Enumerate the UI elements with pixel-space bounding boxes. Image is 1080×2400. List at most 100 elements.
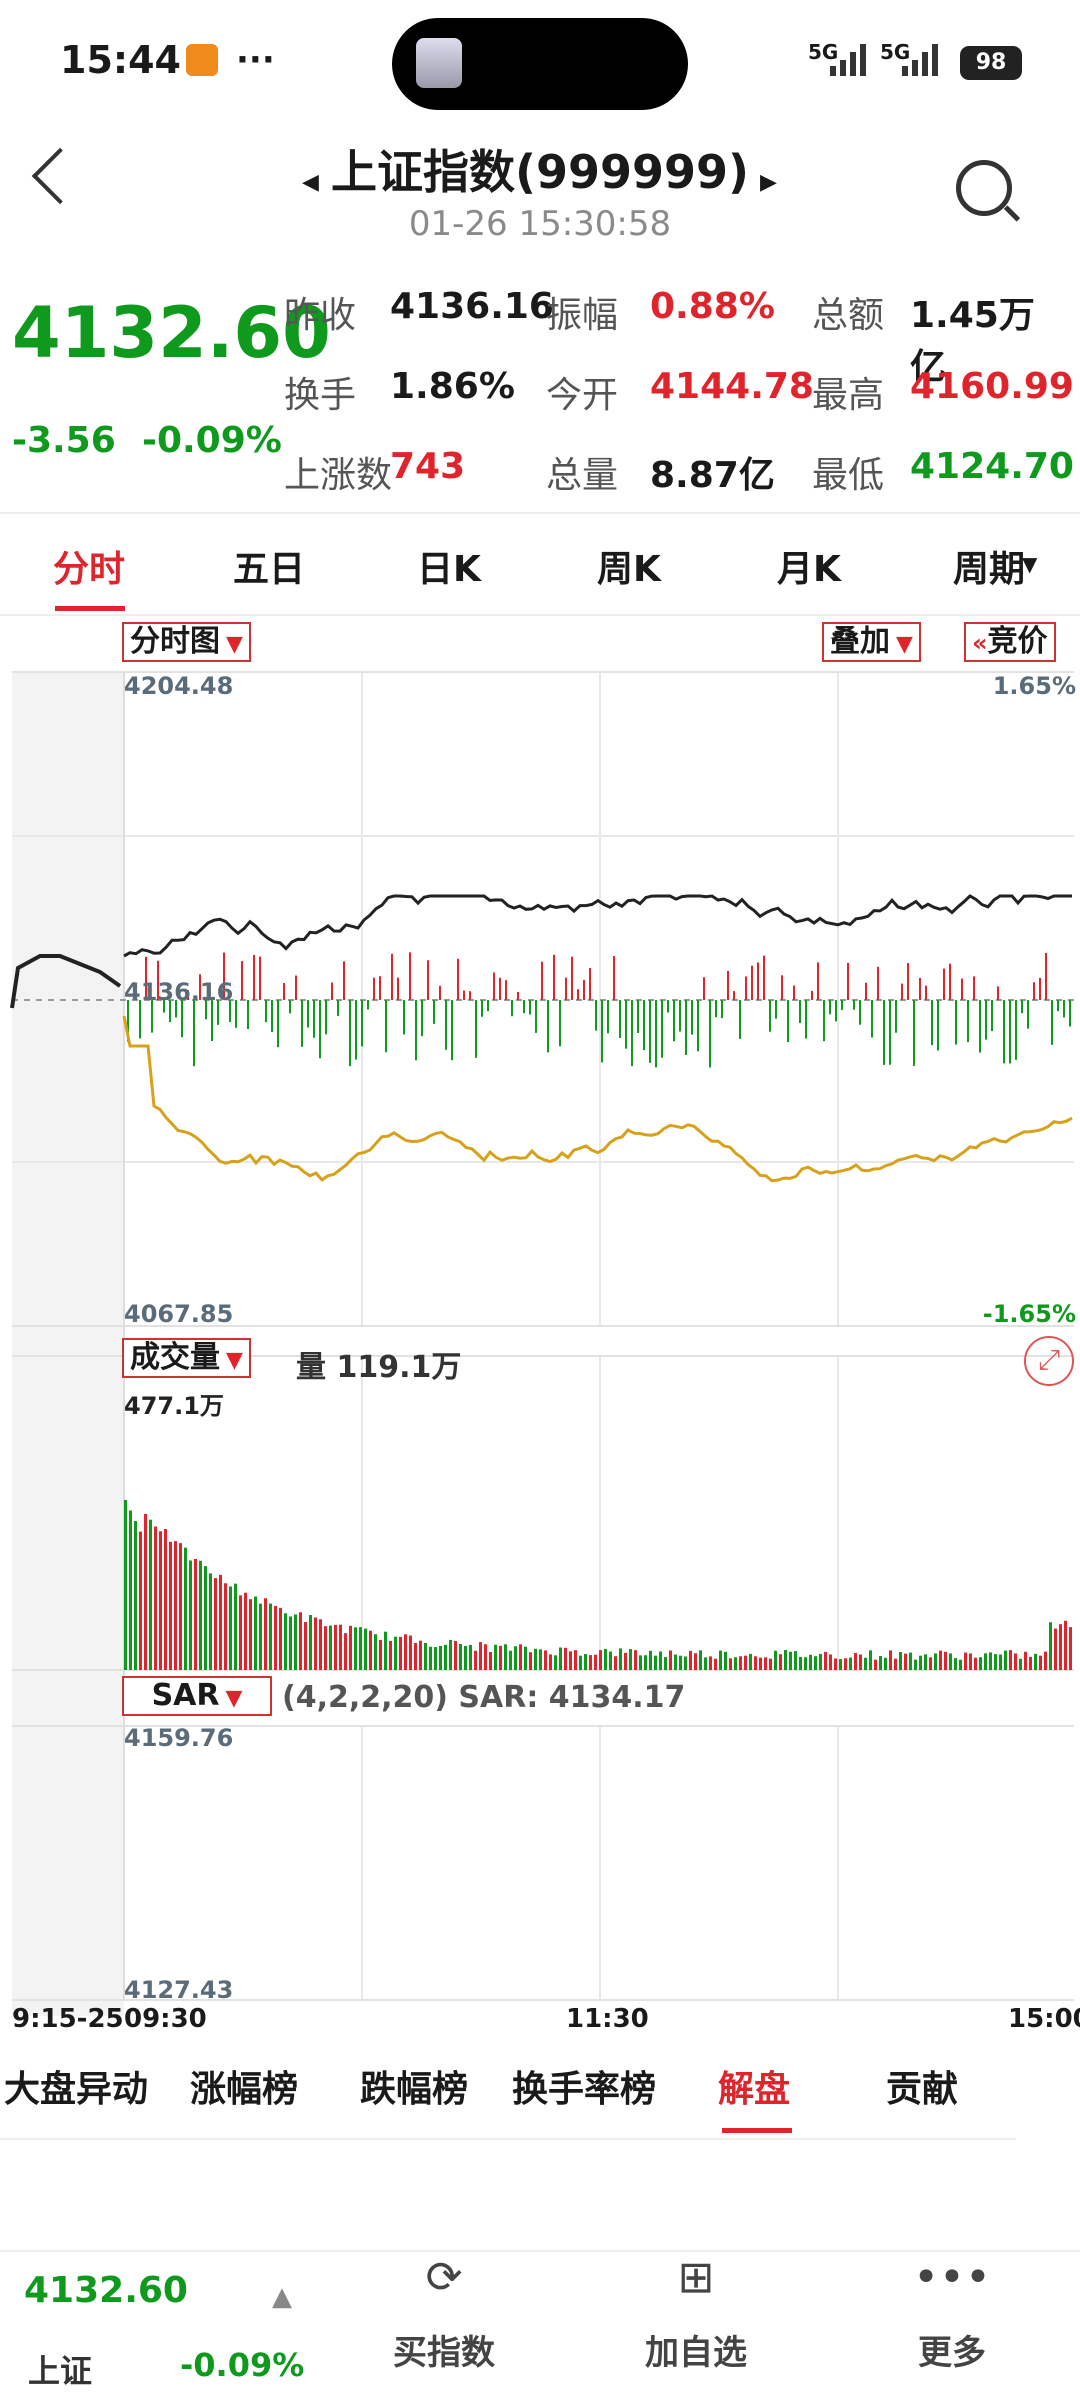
volume-bar xyxy=(774,1650,777,1670)
overlay-selector[interactable]: 叠加 ▼ xyxy=(822,622,921,662)
analysis-tab-4[interactable]: 解盘 xyxy=(718,2060,790,2112)
analysis-tab-5[interactable]: 贡献 xyxy=(886,2060,958,2112)
volume-bar xyxy=(759,1657,762,1670)
expand-icon[interactable]: ⤢ xyxy=(1024,1336,1074,1386)
volume-bar xyxy=(869,1650,872,1670)
add-watchlist-button[interactable]: 加自选 xyxy=(616,2325,776,2374)
analysis-tab-3[interactable]: 换手率榜 xyxy=(512,2060,656,2112)
volume-bar xyxy=(539,1649,542,1670)
price-line xyxy=(123,894,1072,958)
y-axis-mid: 4136.16 xyxy=(124,978,234,1006)
volume-bar xyxy=(194,1558,197,1670)
volume-bar xyxy=(259,1603,262,1670)
volume-bar xyxy=(994,1654,997,1670)
period-dropdown-icon[interactable]: ▼ xyxy=(1022,552,1037,576)
quote-label: 昨收 xyxy=(284,295,357,336)
search-icon[interactable] xyxy=(956,160,1012,216)
status-time: 15:44 xyxy=(60,38,181,82)
more-icon[interactable]: ••• xyxy=(872,2252,1032,2303)
volume-bar xyxy=(149,1519,152,1670)
volume-bar xyxy=(134,1521,137,1670)
volume-bar xyxy=(164,1529,167,1670)
volume-selector[interactable]: 成交量 ▼ xyxy=(122,1338,251,1378)
volume-bar xyxy=(279,1607,282,1670)
volume-bar xyxy=(614,1656,617,1670)
volume-bar xyxy=(1069,1627,1072,1670)
volume-bar xyxy=(344,1633,347,1670)
volume-value: 量 119.1万 xyxy=(296,1350,462,1385)
volume-bar xyxy=(434,1647,437,1670)
buy-index-icon[interactable]: ⟳ xyxy=(364,2252,524,2303)
quote-label: 换手 xyxy=(284,375,357,416)
tab-4[interactable]: 月K xyxy=(734,540,884,592)
volume-bar xyxy=(199,1560,202,1670)
volume-bar xyxy=(809,1654,812,1670)
volume-bar xyxy=(839,1659,842,1670)
volume-bar xyxy=(734,1657,737,1670)
price-change-pct: -0.09% xyxy=(142,420,282,461)
y-axis-top: 4204.48 xyxy=(124,672,234,700)
volume-bar xyxy=(654,1655,657,1670)
chart-type-selector[interactable]: 分时图 ▼ xyxy=(122,622,251,662)
volume-bar xyxy=(714,1658,717,1670)
sar-axis-top: 4159.76 xyxy=(124,1724,234,1752)
tab-3[interactable]: 周K xyxy=(554,540,704,592)
active-tab-indicator xyxy=(55,606,125,611)
tab-1[interactable]: 五日 xyxy=(194,540,344,592)
tab-5[interactable]: 周期 xyxy=(914,540,1064,592)
more-button[interactable]: 更多 xyxy=(872,2325,1032,2374)
volume-bar xyxy=(389,1641,392,1670)
x-label-open: 09:30 xyxy=(124,2004,207,2034)
volume-bar xyxy=(1054,1628,1057,1670)
volume-bar xyxy=(189,1560,192,1670)
volume-bar xyxy=(904,1653,907,1670)
buy-index-button[interactable]: 买指数 xyxy=(364,2325,524,2374)
tab-0[interactable]: 分时 xyxy=(14,540,164,592)
volume-bar xyxy=(754,1656,757,1670)
volume-bar xyxy=(879,1656,882,1670)
volume-bar xyxy=(254,1596,257,1670)
volume-bar xyxy=(384,1631,387,1670)
volume-bar xyxy=(859,1654,862,1670)
volume-bar xyxy=(949,1653,952,1670)
volume-bar xyxy=(699,1650,702,1670)
volume-bar xyxy=(739,1656,742,1670)
tab-2[interactable]: 日K xyxy=(374,540,524,592)
volume-bar xyxy=(649,1650,652,1670)
next-index-icon[interactable]: ▶ xyxy=(760,170,777,195)
volume-bar xyxy=(429,1646,432,1670)
back-icon[interactable] xyxy=(31,147,89,205)
analysis-tab-2[interactable]: 跌幅榜 xyxy=(360,2060,468,2112)
volume-bar xyxy=(989,1652,992,1670)
auction-toggle[interactable]: «竞价 xyxy=(964,622,1056,662)
more-notifications-icon: ··· xyxy=(236,40,275,80)
volume-bar xyxy=(644,1655,647,1670)
volume-bar xyxy=(289,1616,292,1670)
volume-bar xyxy=(554,1655,557,1670)
volume-bar xyxy=(444,1644,447,1670)
up-arrow-icon[interactable]: ▲ xyxy=(272,2282,292,2312)
analysis-tab-0[interactable]: 大盘异动 xyxy=(4,2060,148,2112)
quote-label: 总量 xyxy=(546,455,619,496)
add-watchlist-icon[interactable]: ⊞ xyxy=(616,2252,776,2303)
sar-value: (4,2,2,20) SAR: 4134.17 xyxy=(282,1680,686,1715)
volume-bar xyxy=(474,1650,477,1670)
volume-bar xyxy=(694,1653,697,1670)
volume-bar xyxy=(169,1541,172,1670)
quote-value: 1.86% xyxy=(390,366,515,407)
volume-selector-label: 成交量 xyxy=(130,1340,220,1375)
sar-axis-bottom: 4127.43 xyxy=(124,1976,234,2004)
volume-bar xyxy=(749,1653,752,1670)
volume-bar xyxy=(284,1613,287,1670)
volume-bar xyxy=(789,1651,792,1670)
volume-bar xyxy=(914,1659,917,1670)
volume-bar xyxy=(814,1656,817,1670)
volume-bar xyxy=(624,1652,627,1670)
auction-label: 竞价 xyxy=(987,624,1048,659)
indicator-selector[interactable]: SAR ▼ xyxy=(122,1676,272,1716)
analysis-tab-1[interactable]: 涨幅榜 xyxy=(190,2060,298,2112)
volume-bar xyxy=(579,1655,582,1670)
overlay-label: 叠加 xyxy=(830,624,890,659)
volume-bar xyxy=(154,1526,157,1670)
volume-bar xyxy=(204,1566,207,1670)
